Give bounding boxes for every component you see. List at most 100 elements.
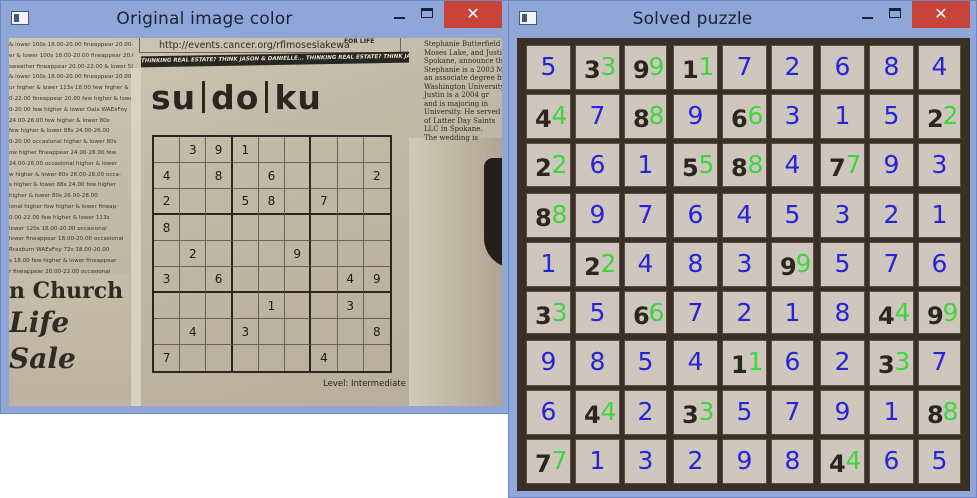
solved-cell: 5 — [820, 241, 865, 288]
weather-line: & lower 100s 18.00-20.00 fineappear 20.0… — [9, 42, 133, 48]
solution-digit: 6 — [687, 199, 704, 229]
sudoku-cell — [311, 241, 338, 267]
maximize-button[interactable] — [413, 1, 441, 28]
solved-cell: 5 — [771, 192, 814, 238]
church-ad-line: n Church — [9, 278, 124, 304]
solution-digit: 3 — [931, 150, 948, 180]
weather-line: 0-20.00 occasional higher & lower 80s — [9, 139, 117, 146]
solved-cell: 2 — [869, 192, 914, 238]
solved-cell: 2 — [722, 291, 767, 335]
sudoku-cell: 9 — [206, 137, 233, 163]
sudoku-cell: 3 — [180, 137, 207, 163]
solution-digit: 1 — [540, 248, 557, 278]
solved-cell: 33 — [575, 45, 620, 91]
solution-digit: 6 — [834, 52, 851, 81]
solved-cell: 8 — [869, 45, 914, 91]
solved-cell: 6 — [771, 340, 814, 386]
minimize-button[interactable] — [853, 1, 881, 28]
solution-digit: 7 — [931, 347, 948, 377]
sudoku-cell: 1 — [232, 137, 259, 163]
solution-digit: 3 — [834, 199, 851, 229]
solution-digit: 5 — [589, 298, 606, 328]
weather-line: 0.00-22.00 few higher & lower 113s — [9, 214, 110, 221]
event-url: http://events.cancer.org/rflmoseslakewa — [159, 40, 350, 51]
sudoku-cell — [154, 137, 181, 163]
solved-cell: 7 — [771, 389, 814, 435]
solution-digit: 4 — [687, 347, 704, 377]
solved-cell: 8 — [575, 340, 620, 386]
close-button[interactable]: ✕ — [444, 1, 502, 28]
titlebar[interactable]: Original image color ✕ — [1, 1, 508, 38]
app-window-icon[interactable] — [519, 11, 537, 25]
solved-cell: 4 — [722, 192, 767, 238]
solved-cell: 1 — [624, 143, 667, 187]
sudoku-cell: 7 — [154, 345, 181, 371]
solved-cell: 44 — [820, 438, 865, 484]
sudoku-cell: 3 — [337, 293, 364, 319]
solved-cell: 88 — [526, 192, 571, 238]
verified-digit: 8 — [551, 199, 568, 229]
solved-cell: 2 — [820, 340, 865, 386]
solution-digit: 2 — [736, 298, 753, 328]
solved-cell: 6 — [526, 389, 571, 435]
minimize-button[interactable] — [385, 1, 413, 28]
sudoku-cell — [206, 215, 233, 241]
sudoku-cell — [364, 345, 390, 371]
solution-digit: 8 — [883, 52, 900, 81]
sudoku-cell — [206, 319, 233, 345]
church-ad-line: Life — [9, 306, 70, 339]
sudoku-cell — [180, 345, 207, 371]
solution-digit: 1 — [784, 298, 801, 328]
solution-digit: 8 — [834, 298, 851, 328]
sudoku-cell — [363, 137, 390, 163]
sudoku-cell — [259, 345, 286, 371]
sudoku-cell — [180, 215, 207, 241]
solved-cell: 99 — [771, 241, 814, 288]
titlebar[interactable]: Solved puzzle ✕ — [509, 1, 976, 38]
solution-digit: 5 — [637, 347, 654, 377]
solved-cell: 6 — [869, 438, 914, 484]
close-button[interactable]: ✕ — [912, 1, 970, 28]
solved-cell: 11 — [722, 340, 767, 386]
sudoku-cell — [206, 345, 233, 371]
solved-cell: 9 — [526, 340, 571, 386]
solution-digit: 3 — [736, 248, 753, 278]
sudoku-cell — [338, 345, 364, 371]
logo-part: su — [151, 78, 197, 117]
solved-cell: 6 — [918, 241, 961, 288]
solution-digit: 1 — [834, 101, 851, 131]
solution-digit: 2 — [637, 396, 654, 426]
solution-digit: 4 — [931, 52, 948, 81]
solved-cell: 7 — [722, 45, 767, 91]
announcement-line: Moses Lake, and Justin — [424, 48, 502, 57]
solution-digit: 1 — [637, 150, 654, 180]
sudoku-cell — [285, 267, 312, 293]
sudoku-cell: 1 — [258, 293, 286, 319]
sudoku-cell — [154, 319, 181, 345]
solution-digit: 2 — [883, 199, 900, 229]
solved-cell: 88 — [722, 143, 767, 187]
verified-digit: 7 — [845, 150, 862, 180]
sudoku-cell — [154, 241, 181, 267]
solved-cell: 7 — [869, 241, 914, 288]
weather-line: s higher & lower 88s 24.00 few higher — [9, 182, 116, 189]
app-window-icon[interactable] — [11, 11, 29, 25]
verified-digit: 6 — [747, 101, 764, 131]
weather-line: lower fineappear 18.00-20.00 occasional — [9, 236, 124, 243]
solved-cell: 9 — [869, 143, 914, 187]
weather-line: 24.00-26.00 few higher & lower 80s — [9, 117, 110, 124]
solved-cell: 33 — [869, 340, 914, 386]
sudoku-cell: 7 — [311, 189, 338, 215]
maximize-button[interactable] — [881, 1, 909, 28]
sudoku-cell — [232, 163, 259, 189]
solved-cell: 5 — [918, 438, 961, 484]
solved-cell: 1 — [526, 241, 571, 288]
verified-digit: 8 — [942, 396, 959, 426]
sudoku-cell: 2 — [154, 189, 181, 215]
announcement-line: an associate degree fr — [424, 74, 502, 82]
verified-digit: 6 — [648, 298, 665, 328]
solved-cell: 4 — [673, 340, 718, 386]
solved-puzzle-window: Solved puzzle ✕ 533991172684447889663152… — [508, 0, 977, 498]
weather-line: lower 120s 18.00-20.00 occasional — [9, 225, 107, 232]
sudoku-cell: 8 — [258, 189, 286, 215]
